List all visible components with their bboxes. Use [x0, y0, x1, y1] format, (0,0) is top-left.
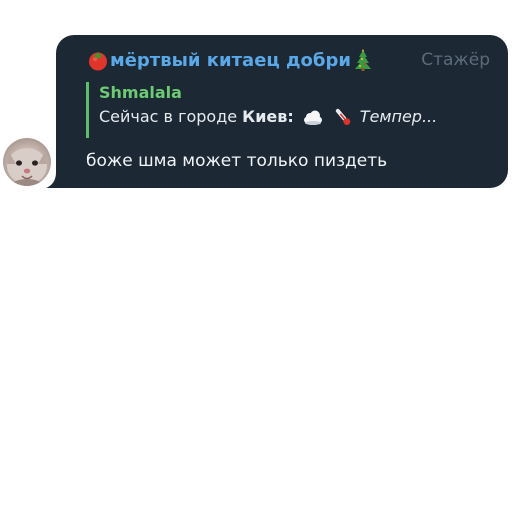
sender-name: мёртвый китаец добри [110, 49, 351, 71]
role-badge: Стажёр [421, 50, 490, 70]
tomato-icon [87, 49, 109, 71]
sender-name-link[interactable]: мёртвый китаец добри [86, 49, 375, 71]
reply-text-suffix: Темпер... [359, 107, 438, 126]
avatar[interactable] [3, 138, 51, 186]
cat-photo-icon [7, 148, 47, 186]
reply-city: Киев: [242, 107, 294, 126]
reply-quote[interactable]: Shmalala Сейчас в городе Киев: Темпер... [86, 82, 490, 138]
cloud-icon [302, 106, 324, 128]
message-text: боже шма может только пиздеть [86, 151, 388, 171]
chat-area: мёртвый китаец добри Стажёр Shmalala Сей… [0, 0, 512, 512]
reply-author: Shmalala [99, 83, 182, 102]
message-bubble[interactable]: мёртвый китаец добри Стажёр Shmalala Сей… [56, 35, 508, 188]
bubble-tail [46, 172, 62, 188]
reply-text-prefix: Сейчас в городе [99, 107, 238, 126]
reply-text: Сейчас в городе Киев: Темпер... [99, 104, 490, 130]
christmas-tree-icon [352, 49, 374, 71]
message-header: мёртвый китаец добри Стажёр [86, 47, 490, 73]
thermometer-icon [332, 106, 354, 128]
